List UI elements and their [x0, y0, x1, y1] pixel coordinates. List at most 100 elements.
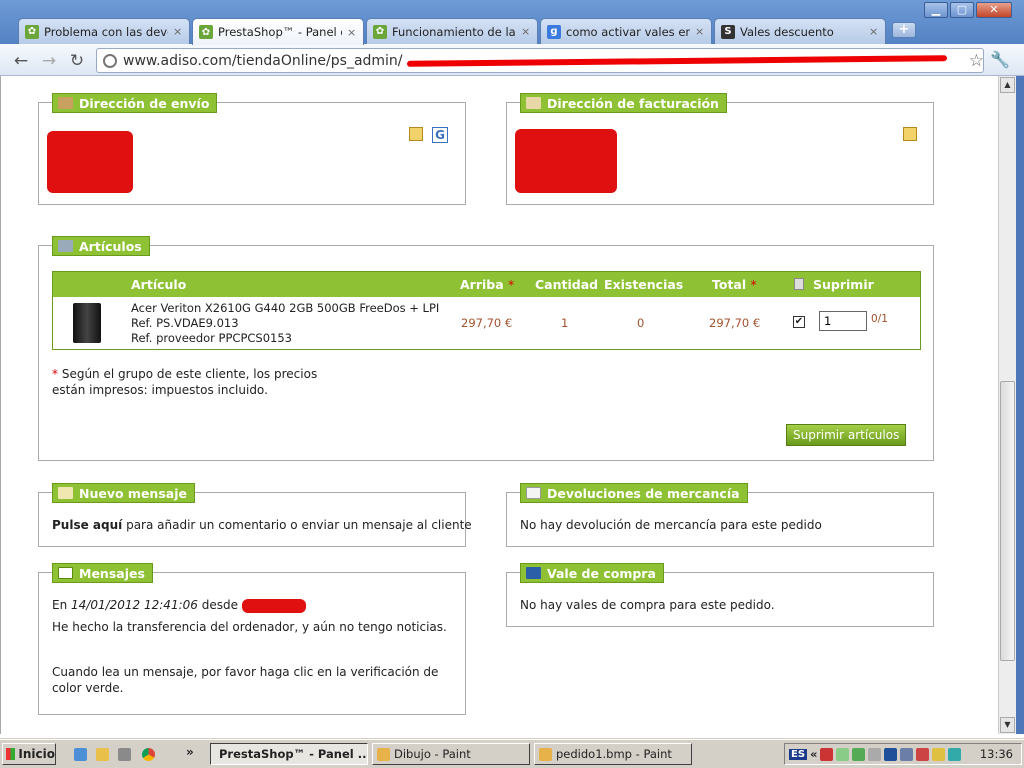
col-price-label: Arriba: [460, 277, 504, 292]
delete-qty-input[interactable]: [819, 311, 867, 331]
voucher-panel: Vale de compra No hay vales de compra pa…: [506, 563, 934, 627]
eye-icon[interactable]: [948, 747, 962, 761]
message-from: desde: [197, 598, 242, 612]
col-total: Total *: [712, 277, 757, 292]
redacted-scribble: [47, 131, 133, 193]
tray-app-icon[interactable]: [836, 747, 850, 761]
security-icon[interactable]: [932, 747, 946, 761]
delete-articles-button[interactable]: Suprimir artículos: [786, 424, 907, 446]
tab-3[interactable]: ✿ Funcionamiento de la búsq ×: [366, 18, 538, 44]
trash-icon: [794, 278, 804, 290]
vertical-scrollbar[interactable]: ▲ ▼: [998, 76, 1016, 734]
tab-close-icon[interactable]: ×: [521, 25, 531, 38]
task-paint-drawing[interactable]: Dibujo - Paint: [372, 743, 530, 765]
wrench-icon[interactable]: 🔧: [990, 50, 1010, 69]
shipping-address-panel: Dirección de envío G: [38, 93, 466, 205]
tab-4[interactable]: g como activar vales en pres ×: [540, 18, 712, 44]
explorer-icon[interactable]: [96, 748, 109, 761]
shipping-legend: Dirección de envío: [52, 93, 218, 113]
copy-icon: [526, 487, 541, 499]
clock: 13:36: [979, 747, 1013, 761]
tax-note-line2: están impresos: impuestos incluido.: [52, 383, 268, 397]
new-message-title: Nuevo mensaje: [79, 485, 187, 501]
tab-title: Funcionamiento de la búsq: [392, 24, 516, 39]
google-maps-icon[interactable]: G: [432, 127, 448, 143]
s-icon: S: [721, 24, 735, 39]
new-message-text: Pulse aquí para añadir un comentario o e…: [52, 518, 472, 532]
prestashop-icon: ✿: [373, 24, 387, 39]
edit-icon[interactable]: [903, 127, 917, 141]
messages-legend: Mensajes: [52, 563, 153, 583]
forward-icon[interactable]: →: [38, 50, 60, 72]
network-icon[interactable]: [900, 747, 914, 761]
address-bar[interactable]: www.adiso.com/tiendaOnline/ps_admin/: [96, 48, 984, 73]
bookmark-star-icon[interactable]: ☆: [969, 51, 984, 71]
voucher-legend: Vale de compra: [520, 563, 664, 583]
tab-close-icon[interactable]: ×: [347, 26, 357, 39]
book-icon: [526, 567, 541, 579]
reload-icon[interactable]: ↻: [66, 50, 88, 72]
browser-toolbar: ← → ↻ www.adiso.com/tiendaOnline/ps_admi…: [0, 44, 1024, 76]
back-icon[interactable]: ←: [10, 50, 32, 72]
tray-chevron[interactable]: «: [810, 747, 817, 761]
language-indicator[interactable]: ES: [789, 748, 808, 760]
tab-1[interactable]: ✿ Problema con las devolucic ×: [18, 18, 190, 44]
product-price: 297,70 €: [461, 316, 513, 330]
product-name[interactable]: Acer Veriton X2610G G440 2GB 500GB FreeD…: [131, 301, 439, 315]
cart-icon: [58, 240, 73, 252]
page-content: Dirección de envío G Dirección de factur…: [0, 76, 998, 734]
product-stock: 0: [637, 316, 645, 330]
scroll-up-icon[interactable]: ▲: [1000, 77, 1015, 93]
message-hint: Cuando lea un mensaje, por favor haga cl…: [52, 665, 439, 695]
message-body: He hecho la transferencia del ordenador,…: [52, 620, 447, 634]
articles-panel: Artículos Artículo Arriba * Cantidad Exi…: [38, 236, 934, 461]
ie-icon[interactable]: [74, 748, 87, 761]
tab-close-icon[interactable]: ×: [173, 25, 183, 38]
new-tab-button[interactable]: +: [892, 22, 916, 38]
tray-app-icon[interactable]: [852, 747, 866, 761]
returns-text: No hay devolución de mercancía para este…: [520, 518, 822, 532]
returns-title: Devoluciones de mercancía: [547, 485, 740, 501]
start-button[interactable]: Inicio: [2, 743, 56, 765]
col-article: Artículo: [131, 277, 187, 292]
globe-icon: [103, 53, 117, 68]
compose-icon: [58, 487, 73, 499]
tab-close-icon[interactable]: ×: [869, 25, 879, 38]
edit-icon[interactable]: [409, 127, 423, 141]
paint-icon: [539, 747, 552, 761]
network-icon[interactable]: [118, 748, 131, 761]
message-date: 14/01/2012 12:41:06: [71, 598, 198, 612]
tab-close-icon[interactable]: ×: [695, 25, 705, 38]
messages-panel: Mensajes En 14/01/2012 12:41:06 desde He…: [38, 563, 466, 715]
shield-icon[interactable]: [820, 747, 834, 761]
product-total: 297,70 €: [709, 316, 761, 330]
task-label: pedido1.bmp - Paint: [556, 747, 672, 761]
tray-app-icon[interactable]: [868, 747, 882, 761]
scroll-thumb[interactable]: [1000, 381, 1015, 661]
new-message-legend: Nuevo mensaje: [52, 483, 195, 503]
message-prefix: En: [52, 598, 72, 612]
antivirus-icon[interactable]: [916, 747, 930, 761]
col-price: Arriba *: [460, 277, 514, 292]
delete-checkbox[interactable]: ✔: [793, 316, 805, 328]
tab-5[interactable]: S Vales descuento ×: [714, 18, 886, 44]
quicklaunch-chevron[interactable]: »: [186, 745, 194, 759]
voucher-text: No hay vales de compra para este pedido.: [520, 598, 775, 612]
product-thumbnail[interactable]: [73, 303, 101, 343]
message-meta: En 14/01/2012 12:41:06 desde: [52, 598, 306, 613]
tab-2-active[interactable]: ✿ PrestaShop™ - Panel de a ×: [192, 18, 364, 45]
shipping-title: Dirección de envío: [79, 95, 210, 111]
task-paint-bmp[interactable]: pedido1.bmp - Paint: [534, 743, 692, 765]
task-chrome[interactable]: PrestaShop™ - Panel ...: [210, 743, 368, 765]
tax-note-line1: Según el grupo de este cliente, los prec…: [61, 367, 318, 381]
col-qty: Cantidad: [535, 277, 599, 292]
tax-note: * Según el grupo de este cliente, los pr…: [52, 366, 317, 398]
chrome-icon[interactable]: [142, 748, 155, 761]
n-icon[interactable]: [884, 747, 898, 761]
prestashop-icon: ✿: [199, 25, 213, 39]
start-label: Inicio: [18, 747, 55, 761]
tab-title: como activar vales en pres: [566, 24, 690, 39]
browser-chrome: ▁ ▢ ✕ ✿ Problema con las devolucic × ✿ P…: [0, 0, 1024, 76]
scroll-down-icon[interactable]: ▼: [1000, 717, 1015, 733]
new-message-link[interactable]: Pulse aquí: [52, 518, 122, 532]
